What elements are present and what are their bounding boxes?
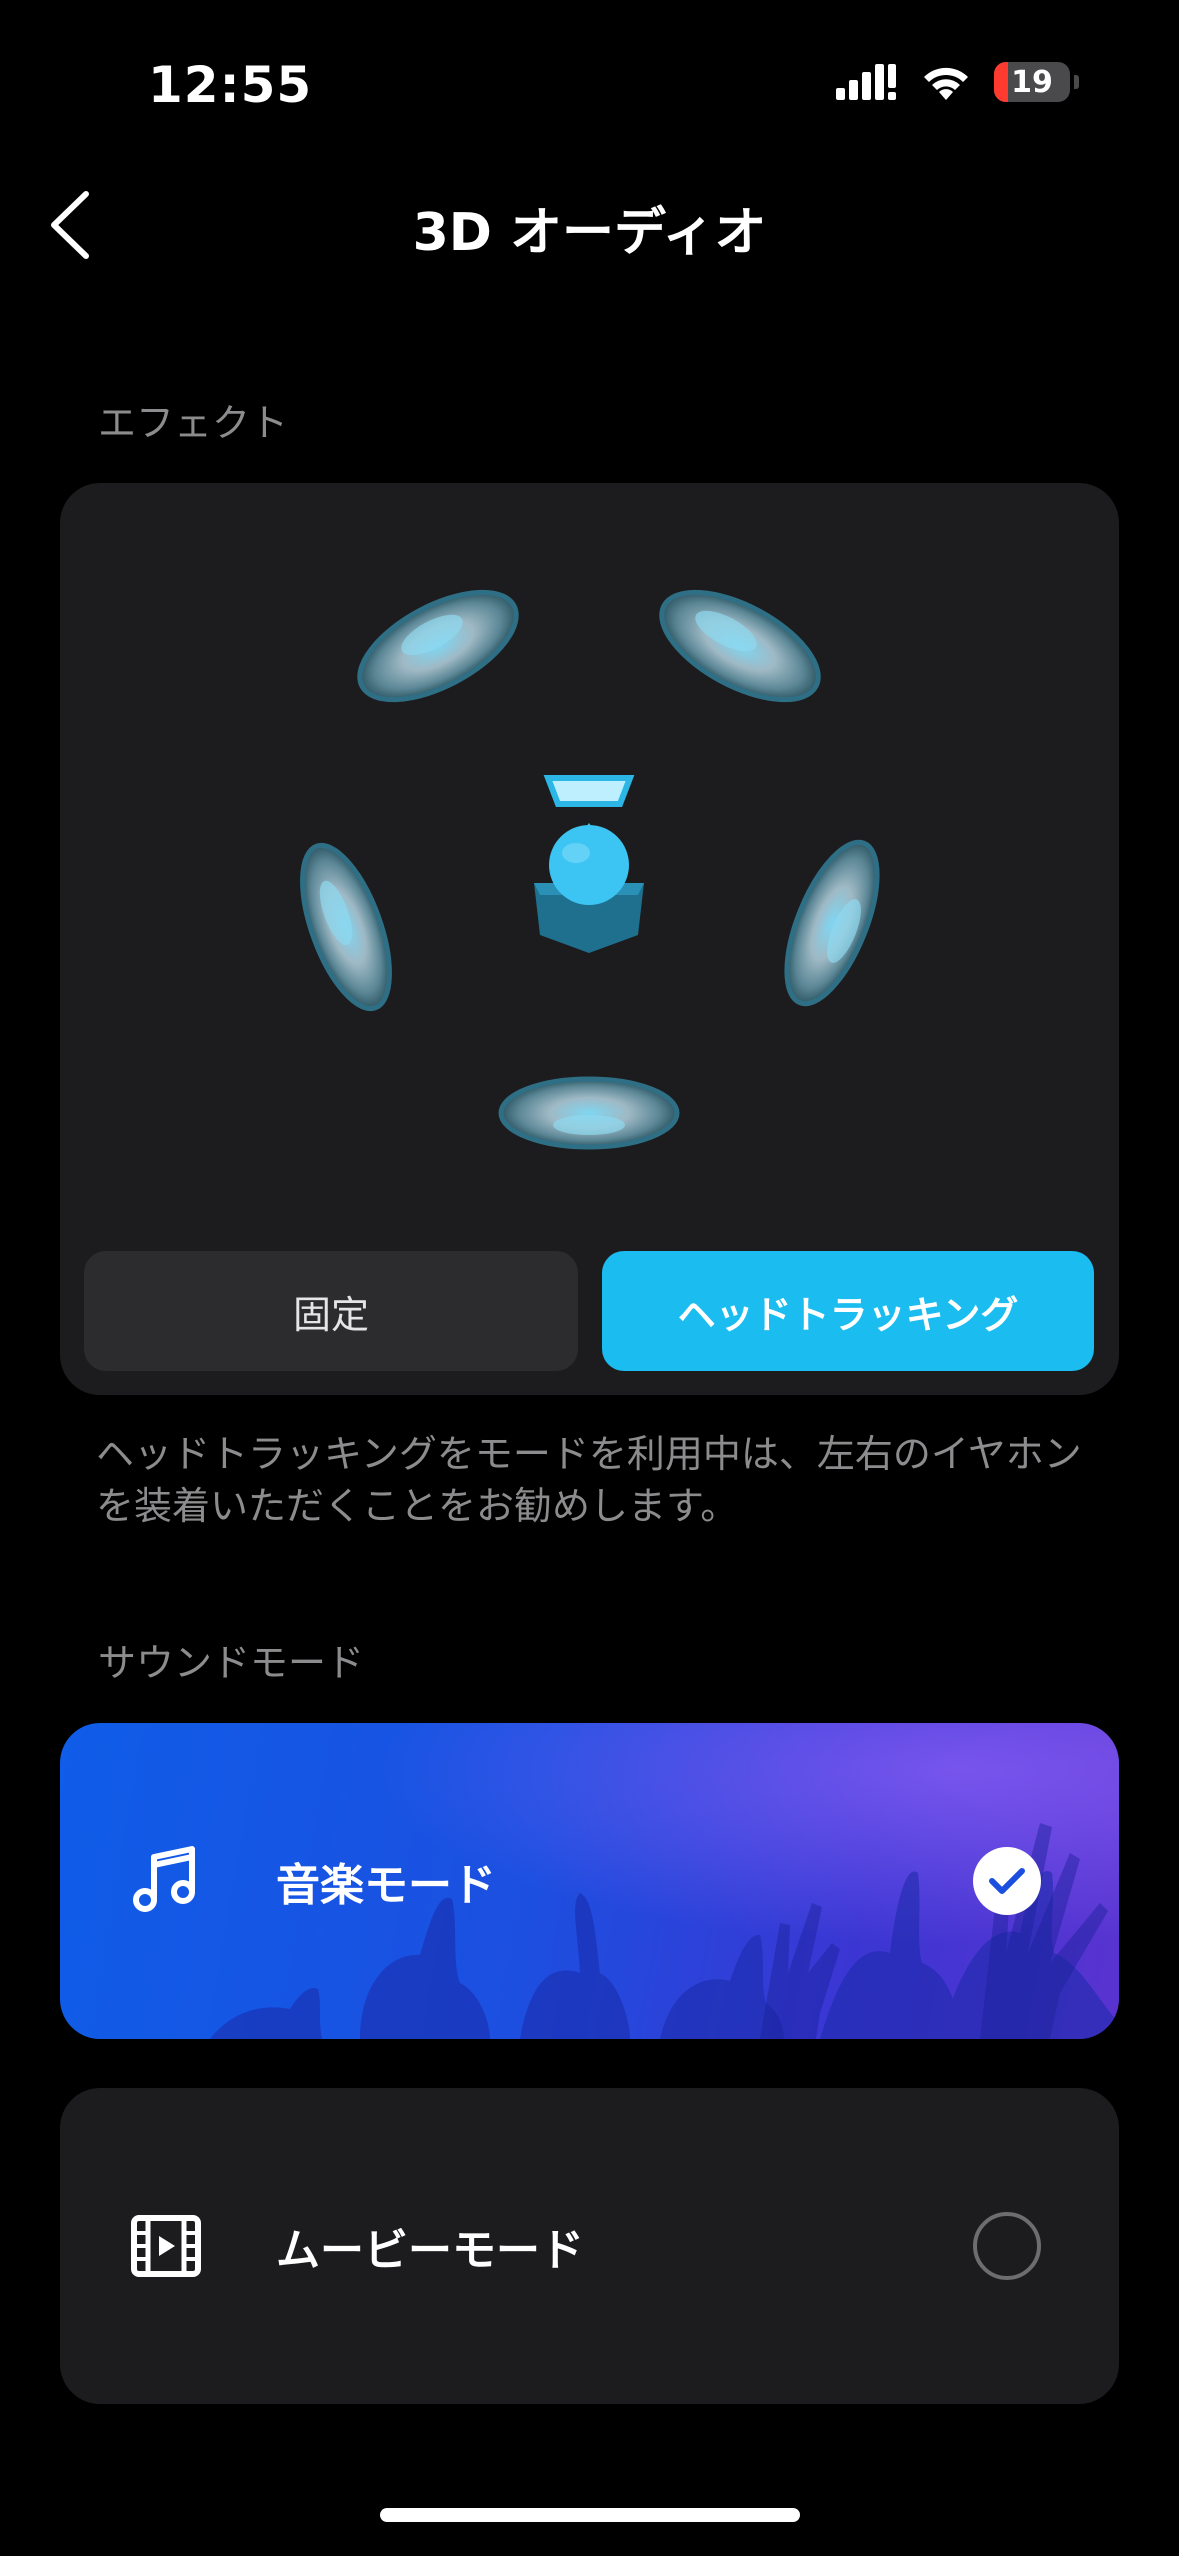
movie-mode-label: ムービーモード <box>276 2225 584 2276</box>
film-icon <box>131 2215 201 2277</box>
speaker-top-right-icon <box>659 589 821 703</box>
music-mode-label: 音楽モード <box>276 1860 496 1911</box>
battery-level: 19 <box>1011 64 1053 100</box>
movie-mode-option[interactable]: ムービーモード <box>60 2088 1119 2404</box>
status-icons: 19 <box>836 62 1079 102</box>
spatial-audio-visualization <box>300 589 880 1150</box>
effect-card: 固定 ヘッドトラッキング <box>60 483 1119 1395</box>
music-mode-option[interactable]: 音楽モード <box>60 1723 1119 2039</box>
wifi-icon <box>924 67 968 100</box>
status-time: 12:55 <box>148 56 313 114</box>
fixed-button[interactable]: 固定 <box>84 1251 578 1371</box>
effect-section-label: エフェクト <box>98 401 289 445</box>
checkmark-icon <box>989 1868 1025 1894</box>
speaker-left-icon <box>300 842 392 1012</box>
music-mode-radio-checked[interactable] <box>973 1847 1041 1915</box>
page-title: 3D オーディオ <box>412 203 767 263</box>
listener-figure-icon <box>534 775 644 953</box>
battery-cap <box>1074 75 1079 89</box>
speaker-right-icon <box>784 839 880 1007</box>
speaker-bottom-icon <box>498 1076 680 1150</box>
head-tracking-button[interactable]: ヘッドトラッキング <box>602 1251 1094 1371</box>
movie-mode-radio-unchecked[interactable] <box>973 2212 1041 2280</box>
home-indicator[interactable] <box>380 2508 800 2522</box>
cellular-signal-icon <box>836 64 896 100</box>
music-note-icon <box>133 1846 195 1912</box>
head-tracking-note: ヘッドトラッキングをモードを利用中は、左右のイヤホンを装着いただくことをお勧めし… <box>96 1432 1082 1528</box>
concert-crowd-background <box>60 1723 1119 2039</box>
battery-icon: 19 <box>994 62 1070 102</box>
sound-mode-section-label: サウンドモード <box>98 1641 365 1685</box>
speaker-top-left-icon <box>357 589 519 703</box>
